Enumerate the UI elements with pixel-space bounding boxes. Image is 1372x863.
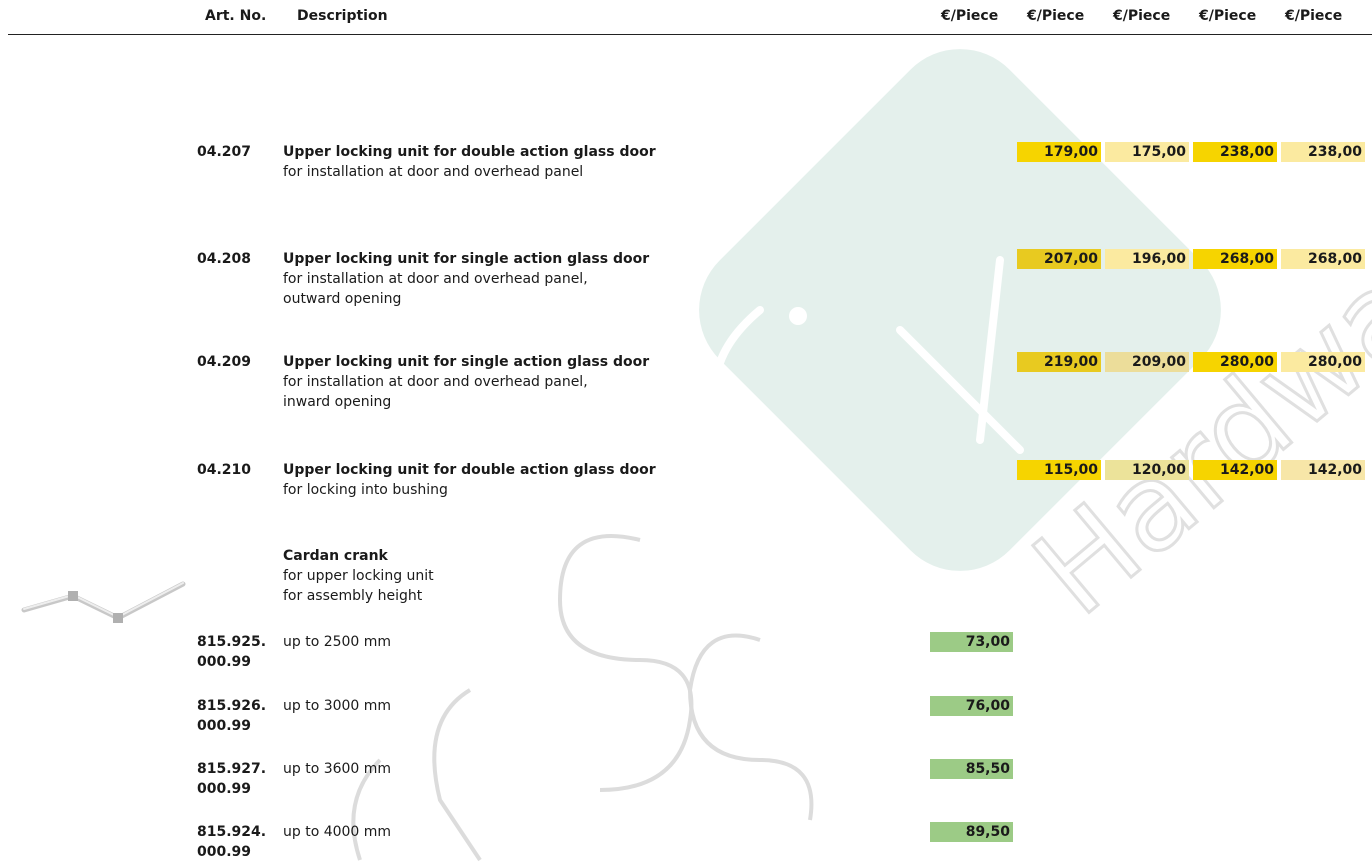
art-no: 04.208 bbox=[197, 251, 252, 267]
header-price-col-3: €/Piece bbox=[1113, 8, 1171, 24]
price-cell: 142,00 bbox=[1281, 460, 1365, 480]
item-desc: up to 4000 mm bbox=[283, 824, 392, 840]
price-cell: 280,00 bbox=[1193, 352, 1277, 372]
product-desc: inward opening bbox=[283, 394, 392, 410]
art-no-suffix: 000.99 bbox=[197, 844, 252, 860]
art-no-suffix: 000.99 bbox=[197, 718, 252, 734]
table-header: Art. No. Description €/Piece €/Piece €/P… bbox=[0, 0, 1372, 36]
header-price-col-1: €/Piece bbox=[941, 8, 999, 24]
price-cell: 268,00 bbox=[1193, 249, 1277, 269]
item-desc: up to 3000 mm bbox=[283, 698, 392, 714]
item-desc: up to 3600 mm bbox=[283, 761, 392, 777]
price-cell: 179,00 bbox=[1017, 142, 1101, 162]
header-description: Description bbox=[297, 8, 388, 24]
price-cell: 238,00 bbox=[1193, 142, 1277, 162]
product-title: Upper locking unit for double action gla… bbox=[283, 462, 656, 478]
product-desc: for locking into bushing bbox=[283, 482, 448, 498]
cardan-crank-image bbox=[21, 581, 186, 623]
price-cell: 196,00 bbox=[1105, 249, 1189, 269]
price-cell: 209,00 bbox=[1105, 352, 1189, 372]
item-desc: up to 2500 mm bbox=[283, 634, 392, 650]
header-price-col-5: €/Piece bbox=[1285, 8, 1343, 24]
price-cell: 207,00 bbox=[1017, 249, 1101, 269]
header-art-no: Art. No. bbox=[205, 8, 267, 24]
price-cell: 219,00 bbox=[1017, 352, 1101, 372]
art-no-suffix: 000.99 bbox=[197, 654, 252, 670]
product-title: Upper locking unit for single action gla… bbox=[283, 251, 650, 267]
product-desc: for installation at door and overhead pa… bbox=[283, 374, 588, 390]
price-cell: 89,50 bbox=[930, 822, 1013, 842]
art-no: 815.924. bbox=[197, 824, 267, 840]
header-price-col-2: €/Piece bbox=[1027, 8, 1085, 24]
price-cell: 120,00 bbox=[1105, 460, 1189, 480]
cardan-desc: for upper locking unit bbox=[283, 568, 434, 584]
product-desc: for installation at door and overhead pa… bbox=[283, 164, 584, 180]
product-title: Upper locking unit for double action gla… bbox=[283, 144, 656, 160]
price-cell: 115,00 bbox=[1017, 460, 1101, 480]
price-cell: 268,00 bbox=[1281, 249, 1365, 269]
cardan-desc: for assembly height bbox=[283, 588, 423, 604]
price-cell: 142,00 bbox=[1193, 460, 1277, 480]
art-no-suffix: 000.99 bbox=[197, 781, 252, 797]
price-cell: 280,00 bbox=[1281, 352, 1365, 372]
price-cell: 73,00 bbox=[930, 632, 1013, 652]
art-no: 815.925. bbox=[197, 634, 267, 650]
price-cell: 238,00 bbox=[1281, 142, 1365, 162]
header-price-col-4: €/Piece bbox=[1199, 8, 1257, 24]
price-cell: 85,50 bbox=[930, 759, 1013, 779]
cardan-title: Cardan crank bbox=[283, 548, 388, 564]
art-no: 04.207 bbox=[197, 144, 252, 160]
product-desc: outward opening bbox=[283, 291, 402, 307]
art-no: 04.210 bbox=[197, 462, 252, 478]
art-no: 815.927. bbox=[197, 761, 267, 777]
header-divider bbox=[8, 34, 1372, 35]
art-no: 04.209 bbox=[197, 354, 252, 370]
product-desc: for installation at door and overhead pa… bbox=[283, 271, 588, 287]
price-cell: 76,00 bbox=[930, 696, 1013, 716]
art-no: 815.926. bbox=[197, 698, 267, 714]
watermark-brand: Hardware bbox=[1009, 163, 1372, 642]
price-cell: 175,00 bbox=[1105, 142, 1189, 162]
product-title: Upper locking unit for single action gla… bbox=[283, 354, 650, 370]
